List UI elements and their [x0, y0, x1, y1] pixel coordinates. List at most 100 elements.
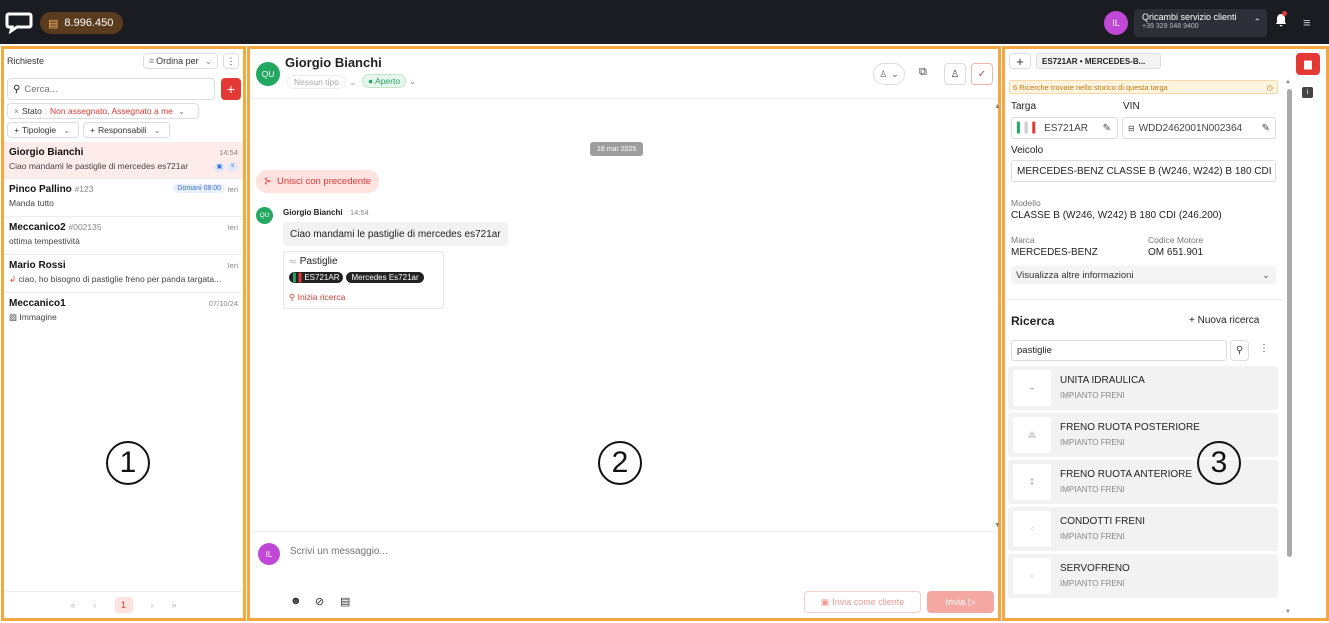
contact-name[interactable]: Giorgio Bianchi [285, 55, 382, 70]
history-icon[interactable]: ◷ [1266, 83, 1273, 92]
part-result[interactable]: ⁘ SERVOFRENO IMPIANTO FRENI [1008, 554, 1278, 598]
chevron-down-icon: ⌄ [177, 105, 186, 116]
plate-tag: ▌▌ES721AR [289, 272, 344, 283]
sort-label: Ordina per [156, 56, 199, 66]
message-input[interactable] [290, 543, 790, 559]
scrollbar-thumb[interactable] [1287, 89, 1292, 557]
more-info-toggle[interactable]: Visualizza altre informazioni ⌄ [1011, 266, 1276, 284]
edit-icon[interactable]: ✎ [1103, 123, 1111, 134]
targa-value: ES721AR [1044, 122, 1089, 134]
filter-types-button[interactable]: + Tipologie ⌄ [7, 122, 79, 138]
last-page-icon[interactable]: » [172, 600, 177, 610]
part-thumbnail: ⌁ [1013, 370, 1051, 406]
prev-page-icon[interactable]: ‹ [94, 600, 97, 610]
updown-chevron-icon: ⌃ [1253, 17, 1261, 27]
conversation-preview-row: ▨ Immagine [9, 312, 237, 323]
send-as-client-label: Invia come cliente [832, 597, 905, 607]
conversation-name: Mario Rossi [9, 260, 66, 271]
app-logo[interactable] [5, 10, 33, 34]
hamburger-menu-icon[interactable]: ≡ [1303, 15, 1311, 30]
history-notice-text: 6 Ricerche trovate nello storico di ques… [1013, 82, 1168, 92]
conversation-preview: Immagine [19, 312, 57, 322]
card-title-row: ≔ Pastiglie [289, 256, 338, 267]
add-request-button[interactable]: + [221, 78, 241, 100]
kebab-icon: ⋮ [226, 55, 236, 66]
scroll-up-icon[interactable]: ▲ [1285, 79, 1291, 85]
request-card: ≔ Pastiglie ▌▌ES721AR Mercedes Es721ar ⚲… [283, 251, 444, 309]
send-icon: ▷ [968, 596, 976, 608]
status-selector[interactable]: ● Aperto ⌄ [362, 74, 416, 88]
parts-icon: ≔ [289, 257, 297, 266]
new-search-button[interactable]: + Nuova ricerca [1189, 315, 1259, 326]
type-selector[interactable]: Nessun tipo ⌄ [287, 75, 356, 89]
ricerca-title: Ricerca [1011, 314, 1055, 328]
add-user-button: ♙ [944, 63, 966, 85]
message-avatar: QU [256, 207, 273, 224]
card-tags: ▌▌ES721AR Mercedes Es721ar [289, 272, 424, 283]
assignee-button[interactable]: ♙ ⌄ [873, 63, 905, 85]
attachment-icon[interactable]: ⊘ [315, 595, 324, 608]
car-icon[interactable]: ▆ [1296, 53, 1320, 75]
credits-badge[interactable]: ▤ 8.996.450 [40, 12, 124, 34]
targa-field[interactable]: ▍▍▍ ES721AR ✎ [1011, 117, 1118, 139]
chevron-down-icon: ⌄ [204, 55, 213, 66]
sort-button[interactable]: ≡ Ordina per ⌄ [143, 53, 218, 69]
kebab-icon[interactable]: ⋮ [1259, 343, 1269, 354]
merge-button[interactable]: ⊱ Unisci con precedente [256, 170, 379, 193]
conversation-time: 07/10/24 [208, 299, 238, 308]
scroll-down-icon[interactable]: ▼ [1285, 609, 1291, 615]
info-icon[interactable]: i [1302, 87, 1313, 98]
parts-search-input[interactable]: pastiglie [1011, 340, 1227, 361]
filter-owners-button[interactable]: + Responsabili ⌄ [83, 122, 170, 138]
send-button[interactable]: Invia ▷ [927, 591, 994, 613]
conversation-time: Ieri [227, 223, 238, 232]
emoji-icon[interactable]: ☻ [290, 595, 302, 607]
conversation-item[interactable]: Giorgio Bianchi Ciao mandami le pastigli… [4, 142, 243, 179]
current-page[interactable]: 1 [114, 597, 133, 613]
search-input[interactable] [24, 83, 205, 95]
conversation-code: #123 [74, 184, 94, 194]
conversation-name-row: Meccanico2 #002135 [9, 222, 238, 233]
italy-flag-icon: ▍▍▍ [1017, 122, 1041, 134]
scroll-down-icon[interactable]: ▼ [994, 522, 1001, 529]
start-search-link[interactable]: ⚲ Inizia ricerca [289, 292, 345, 303]
conversation-item[interactable]: Mario Rossi ↲ ciao, ho bisogno di pastig… [4, 256, 243, 293]
close-icon[interactable]: × [14, 106, 19, 116]
more-options-button[interactable]: ⋮ [223, 53, 239, 69]
search-box[interactable]: ⚲ [7, 78, 215, 100]
edit-icon[interactable]: ✎ [1262, 123, 1270, 134]
merge-label: Unisci con precedente [276, 176, 371, 187]
conversation-item[interactable]: Meccanico1 ▨ Immagine 07/10/24 [4, 294, 243, 331]
vehicle-tab[interactable]: ES721AR • MERCEDES-B... [1036, 53, 1161, 69]
modello-label: Modello [1011, 198, 1041, 208]
requests-title: Richieste [7, 56, 45, 66]
conversation-item[interactable]: Pinco Pallino #123 Manda tutto Domani 08… [4, 180, 243, 217]
part-result[interactable]: ⁖ CONDOTTI FRENI IMPIANTO FRENI [1008, 507, 1278, 551]
part-result[interactable]: ⌁ UNITA IDRAULICA IMPIANTO FRENI [1008, 366, 1278, 410]
conversation-preview: ciao, ho bisogno di pastiglie freno per … [18, 274, 222, 284]
conversation-preview-row: ↲ ciao, ho bisogno di pastiglie freno pe… [9, 274, 237, 285]
filter-chip-state[interactable]: × Stato | Non assegnato, Assegnato a me … [7, 103, 199, 119]
top-bar: ▤ 8.996.450 IL Qricambi servizio clienti… [0, 0, 1329, 44]
copy-icon[interactable]: ⧉ [919, 66, 927, 79]
user-avatar[interactable]: IL [1104, 11, 1128, 35]
add-vehicle-button[interactable]: + [1009, 53, 1031, 69]
history-notice: 6 Ricerche trovate nello storico di ques… [1009, 80, 1278, 94]
next-page-icon[interactable]: › [151, 600, 154, 610]
send-as-client-button[interactable]: ▣ Invia come cliente [804, 591, 921, 613]
user-icon: ♙ [879, 68, 888, 79]
plate-value: ES721AR [304, 273, 340, 282]
chevron-down-icon: ⌄ [63, 124, 71, 135]
vin-field[interactable]: ⊟ WDD2462001N002364 ✎ [1122, 117, 1276, 139]
veicolo-field[interactable]: MERCEDES-BENZ CLASSE B (W246, W242) B 18… [1011, 160, 1276, 182]
part-name: SERVOFRENO [1060, 563, 1130, 574]
template-icon[interactable]: ▤ [340, 595, 350, 608]
car-icon: ⊟ [1128, 123, 1135, 133]
date-separator: 18 mar 2025 [590, 142, 644, 156]
scroll-up-icon[interactable]: ▲ [994, 103, 1001, 110]
part-thumbnail: ⁘ [1013, 558, 1051, 594]
conversation-item[interactable]: Meccanico2 #002135 ottima tempestività I… [4, 218, 243, 255]
account-selector[interactable]: Qricambi servizio clienti +39 329 048 94… [1134, 9, 1267, 37]
first-page-icon[interactable]: « [70, 600, 75, 610]
part-category: IMPIANTO FRENI [1060, 485, 1125, 494]
